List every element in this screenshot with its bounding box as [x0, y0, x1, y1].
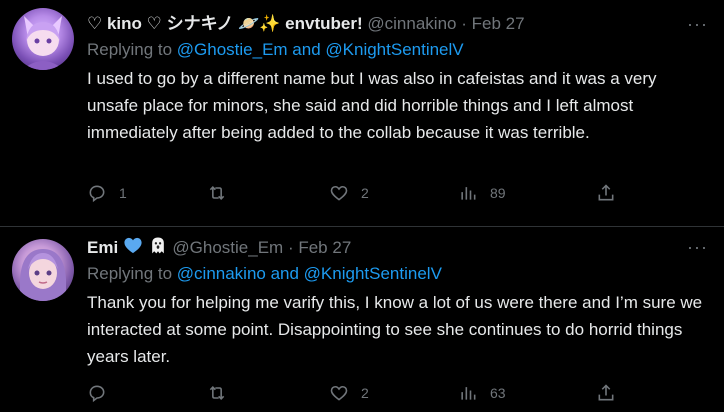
- more-options-icon[interactable]: ···: [687, 235, 708, 259]
- tweet-date[interactable]: Feb 27: [298, 238, 351, 257]
- like-button[interactable]: 2: [329, 380, 369, 406]
- replying-to-label: Replying to: [87, 40, 177, 59]
- tweet-text: I used to go by a different name but I w…: [87, 69, 657, 142]
- replying-to: Replying to @Ghostie_Em and @KnightSenti…: [87, 39, 464, 61]
- ghost-icon: [148, 235, 168, 262]
- reply-icon: [89, 185, 105, 203]
- reply-mentions-link[interactable]: @Ghostie_Em and @KnightSentinelV: [177, 40, 464, 59]
- views-button[interactable]: 63: [458, 380, 506, 406]
- user-handle[interactable]: @cinnakino: [367, 14, 456, 33]
- tweet-actions: 2 63: [87, 380, 708, 406]
- retweet-button[interactable]: [207, 380, 239, 406]
- share-icon: [598, 184, 614, 201]
- heart-icon: [330, 385, 348, 401]
- tweet-header: Emi @Ghostie_Em · Feb 27 ···: [87, 235, 708, 259]
- share-icon: [598, 384, 614, 401]
- more-options-icon[interactable]: ···: [687, 12, 708, 36]
- retweet-icon: [209, 186, 225, 200]
- views-chart-icon: [461, 387, 476, 400]
- tweet-actions: 1 2 89: [87, 180, 708, 206]
- avatar[interactable]: [12, 239, 74, 301]
- reply-count: 1: [119, 185, 127, 201]
- tweet[interactable]: Emi @Ghostie_Em · Feb 27 ··· Replying to…: [0, 226, 724, 412]
- retweet-button[interactable]: [207, 180, 239, 206]
- tweet-text: Thank you for helping me varify this, I …: [87, 293, 703, 366]
- like-button[interactable]: 2: [329, 180, 369, 206]
- tweet[interactable]: ♡ kino ♡ シナキノ 🪐✨ envtuber! @cinnakino · …: [0, 0, 724, 226]
- tweet-header: ♡ kino ♡ シナキノ 🪐✨ envtuber! @cinnakino · …: [87, 12, 708, 36]
- tweet-date[interactable]: Feb 27: [472, 14, 525, 33]
- heart-icon: [330, 185, 348, 201]
- reply-button[interactable]: [87, 380, 119, 406]
- reply-mentions-link[interactable]: @cinnakino and @KnightSentinelV: [177, 264, 442, 283]
- reply-icon: [89, 385, 105, 403]
- replying-to-label: Replying to: [87, 264, 177, 283]
- replying-to: Replying to @cinnakino and @KnightSentin…: [87, 263, 442, 285]
- reply-button[interactable]: 1: [87, 180, 127, 206]
- user-handle[interactable]: @Ghostie_Em: [172, 238, 283, 257]
- views-button[interactable]: 89: [458, 180, 506, 206]
- view-count: 89: [490, 185, 506, 201]
- blue-heart-icon: [123, 236, 143, 261]
- view-count: 63: [490, 385, 506, 401]
- avatar[interactable]: [12, 8, 74, 70]
- avatar-image: [22, 16, 64, 70]
- views-chart-icon: [461, 187, 476, 200]
- display-name[interactable]: Emi: [87, 238, 118, 257]
- separator-dot: ·: [461, 14, 467, 33]
- separator-dot: ·: [287, 237, 294, 257]
- share-button[interactable]: [596, 380, 616, 406]
- share-button[interactable]: [596, 180, 616, 206]
- retweet-icon: [209, 386, 225, 400]
- like-count: 2: [361, 385, 369, 401]
- like-count: 2: [361, 185, 369, 201]
- avatar-image: [20, 249, 66, 301]
- display-name[interactable]: ♡ kino ♡ シナキノ 🪐✨ envtuber!: [87, 14, 363, 33]
